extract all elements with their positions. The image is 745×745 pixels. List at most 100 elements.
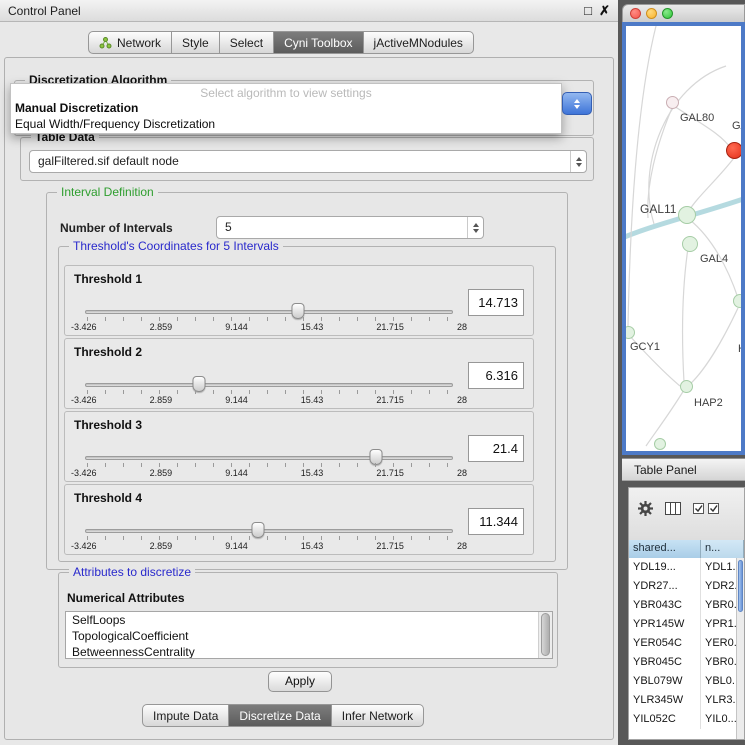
table-header-row: shared... n... [629, 540, 744, 558]
column-header-shared-name[interactable]: shared... [629, 540, 701, 558]
slider-ticks [87, 317, 451, 321]
slider-ticks [87, 536, 451, 540]
network-node[interactable] [666, 96, 679, 109]
stepper-down-icon [576, 163, 582, 167]
close-traffic-light-icon[interactable] [630, 8, 641, 19]
network-view-window: GAL80 GA GAL11 GAL4 GCY1 H HAP2 [622, 4, 745, 455]
tab-discretize-data[interactable]: Discretize Data [229, 704, 331, 727]
float-window-icon[interactable]: □ [584, 3, 592, 18]
tab-infer-network[interactable]: Infer Network [332, 704, 424, 727]
table-data-combo-stepper[interactable] [570, 151, 586, 172]
threshold-3-label: Threshold 3 [74, 418, 142, 432]
tab-impute-data[interactable]: Impute Data [142, 704, 229, 727]
list-item[interactable]: TopologicalCoefficient [66, 628, 552, 644]
network-node-selected[interactable] [726, 142, 741, 159]
threshold-4-box: Threshold 4 -3.4262.8599.14415.4321.7152… [64, 484, 534, 555]
table-row[interactable]: YBL079WYBL0... [629, 672, 736, 691]
network-node[interactable] [733, 294, 741, 308]
column-header-name[interactable]: n... [701, 540, 744, 558]
tab-jactivemnodules[interactable]: jActiveMNodules [364, 31, 474, 54]
dropdown-hint: Select algorithm to view settings [11, 86, 561, 100]
algorithm-combo-stepper[interactable] [562, 92, 592, 115]
table-body: YDL19...YDL1... YDR27...YDR2... YBR043CY… [629, 558, 736, 739]
bottom-mode-tabs: Impute Data Discretize Data Infer Networ… [142, 704, 424, 727]
threshold-3-value-field[interactable] [468, 435, 524, 462]
threshold-2-label: Threshold 2 [74, 345, 142, 359]
threshold-1-value-field[interactable] [468, 289, 524, 316]
threshold-4-slider[interactable]: -3.4262.8599.14415.4321.71528 [85, 521, 453, 553]
list-item[interactable]: SelfLoops [66, 612, 552, 628]
threshold-1-box: Threshold 1 -3.4262.8599.14415.4321.7152… [64, 265, 534, 336]
stepper-down-icon [473, 229, 479, 233]
threshold-2-value-field[interactable] [468, 362, 524, 389]
table-row[interactable]: YBR045CYBR0... [629, 653, 736, 672]
table-data-group: Table Data galFiltered.sif default node [20, 137, 594, 181]
tab-network[interactable]: Network [88, 31, 172, 54]
dropdown-option-manual-discretization[interactable]: Manual Discretization [15, 101, 138, 115]
threshold-3-slider[interactable]: -3.4262.8599.14415.4321.71528 [85, 448, 453, 480]
network-icon [99, 37, 112, 49]
node-label: GA [732, 120, 741, 132]
threshold-3-box: Threshold 3 -3.4262.8599.14415.4321.7152… [64, 411, 534, 482]
table-row[interactable]: YDR27...YDR2... [629, 577, 736, 596]
network-canvas[interactable]: GAL80 GA GAL11 GAL4 GCY1 H HAP2 [626, 26, 741, 451]
numerical-attributes-list[interactable]: SelfLoops TopologicalCoefficient Between… [65, 611, 553, 659]
zoom-traffic-light-icon[interactable] [662, 8, 673, 19]
threshold-4-label: Threshold 4 [74, 491, 142, 505]
control-panel-titlebar[interactable]: Control Panel □ ✗ [0, 0, 618, 22]
threshold-4-value-field[interactable] [468, 508, 524, 535]
slider-scale: -3.4262.8599.14415.4321.71528 [71, 322, 467, 332]
number-of-intervals-label: Number of Intervals [60, 221, 173, 235]
tab-cyni-toolbox[interactable]: Cyni Toolbox [274, 31, 363, 54]
stepper-down-icon [574, 105, 580, 109]
columns-icon[interactable] [665, 502, 681, 515]
network-node[interactable] [682, 236, 698, 252]
table-data-combobox[interactable]: galFiltered.sif default node [29, 150, 587, 173]
node-label: GAL4 [700, 253, 728, 265]
list-scrollbar[interactable] [538, 612, 552, 658]
threshold-1-label: Threshold 1 [74, 272, 142, 286]
network-node[interactable] [680, 380, 693, 393]
settings-gear-icon[interactable] [637, 500, 654, 517]
slider-ticks [87, 463, 451, 467]
table-row[interactable]: YDL19...YDL1... [629, 558, 736, 577]
slider-track[interactable] [85, 383, 453, 387]
minimize-traffic-light-icon[interactable] [646, 8, 657, 19]
threshold-2-slider[interactable]: -3.4262.8599.14415.4321.71528 [85, 375, 453, 407]
network-node[interactable] [654, 438, 666, 450]
threshold-2-box: Threshold 2 -3.4262.8599.14415.4321.7152… [64, 338, 534, 409]
slider-track[interactable] [85, 529, 453, 533]
table-scrollbar-thumb[interactable] [738, 560, 743, 612]
slider-track[interactable] [85, 310, 453, 314]
table-row[interactable]: YBR043CYBR0... [629, 596, 736, 615]
stepper-up-icon [576, 157, 582, 161]
intervals-combo-stepper[interactable] [467, 217, 483, 238]
close-window-icon[interactable]: ✗ [599, 3, 610, 19]
table-row[interactable]: YLR345WYLR3... [629, 691, 736, 710]
list-item[interactable]: BetweennessCentrality [66, 644, 552, 659]
slider-scale: -3.4262.8599.14415.4321.71528 [71, 541, 467, 551]
table-row[interactable]: YPR145WYPR1... [629, 615, 736, 634]
node-label: GCY1 [630, 341, 660, 353]
list-scrollbar-thumb[interactable] [541, 613, 550, 656]
table-data-value: galFiltered.sif default node [30, 151, 570, 172]
slider-track[interactable] [85, 456, 453, 460]
table-row[interactable]: YER054CYER0... [629, 634, 736, 653]
attributes-group: Attributes to discretize Numerical Attri… [58, 572, 558, 668]
network-window-titlebar[interactable] [622, 4, 745, 22]
network-node[interactable] [678, 206, 696, 224]
tab-style[interactable]: Style [172, 31, 220, 54]
dropdown-option-equal-width[interactable]: Equal Width/Frequency Discretization [15, 117, 215, 131]
number-of-intervals-combobox[interactable]: 5 [216, 216, 484, 239]
select-checkbox-icon[interactable] [693, 503, 705, 514]
table-row[interactable]: YIL052CYIL0... [629, 710, 736, 729]
attributes-legend: Attributes to discretize [69, 565, 195, 579]
table-scrollbar[interactable] [736, 558, 744, 739]
node-label: GAL11 [640, 202, 676, 216]
select-checkbox-icon[interactable] [708, 503, 720, 514]
node-label: GAL80 [680, 112, 714, 124]
threshold-1-slider[interactable]: -3.4262.8599.14415.4321.71528 [85, 302, 453, 334]
node-label: H [738, 343, 741, 355]
apply-button[interactable]: Apply [268, 671, 332, 692]
tab-select[interactable]: Select [220, 31, 274, 54]
